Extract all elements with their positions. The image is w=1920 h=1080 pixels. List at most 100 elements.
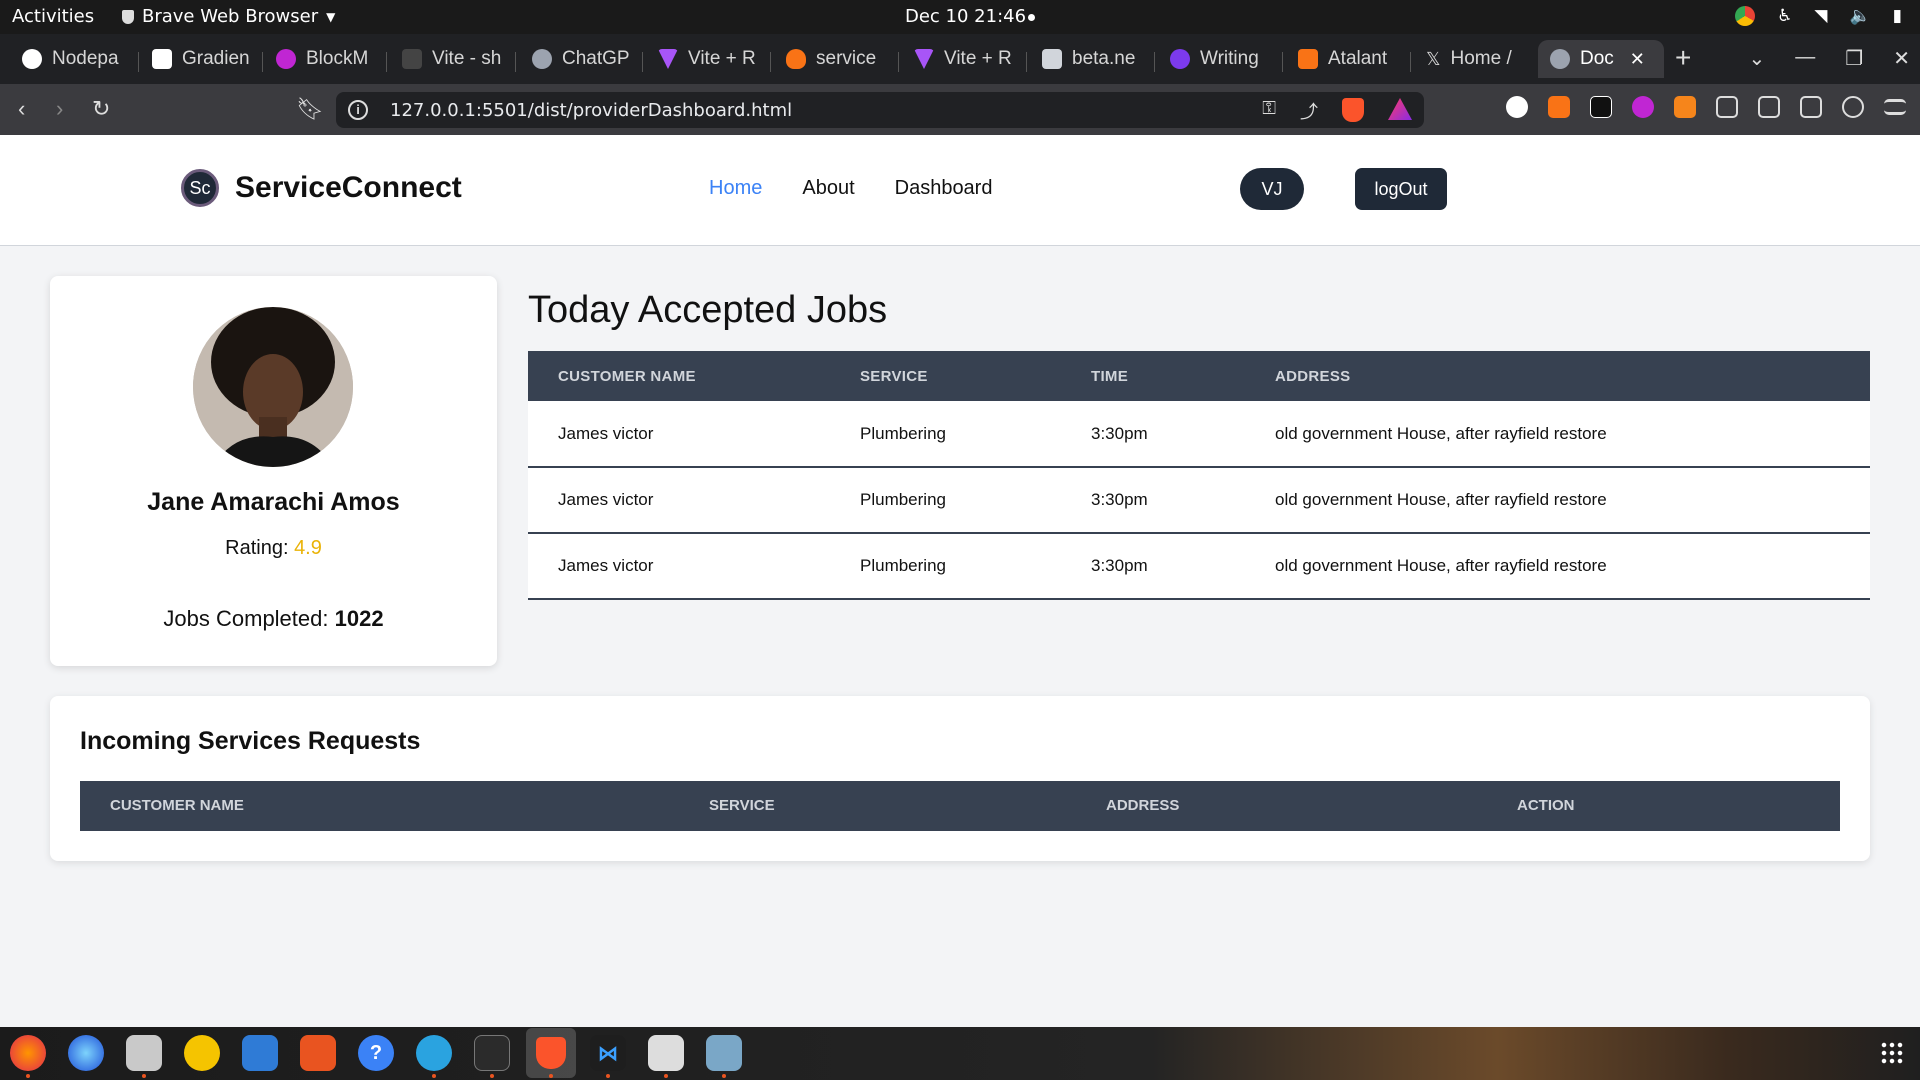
window-controls: ⌄ — ❐ ✕ bbox=[1749, 46, 1910, 71]
running-indicator bbox=[142, 1074, 146, 1078]
firefox-icon[interactable] bbox=[10, 1035, 46, 1071]
jobs-completed: Jobs Completed: 1022 bbox=[50, 606, 497, 632]
rating-value: 4.9 bbox=[294, 537, 322, 559]
time-cell: 3:30pm bbox=[1091, 423, 1148, 443]
help-icon[interactable]: ? bbox=[358, 1035, 394, 1071]
minimize-icon[interactable]: — bbox=[1795, 46, 1815, 71]
logout-button[interactable]: logOut bbox=[1355, 168, 1447, 210]
key-icon[interactable]: ⚿ bbox=[1262, 98, 1276, 124]
incoming-requests-title: Incoming Services Requests bbox=[80, 727, 421, 755]
brand-logo: Sc bbox=[181, 169, 219, 207]
column-header: Action bbox=[1517, 797, 1575, 814]
wifi-icon[interactable]: ◥ bbox=[1814, 6, 1827, 26]
nav-about[interactable]: About bbox=[802, 177, 854, 200]
tab-label: BlockM bbox=[306, 48, 369, 69]
tab-beta[interactable]: beta.ne bbox=[1030, 40, 1148, 78]
site-info-icon[interactable]: i bbox=[348, 100, 368, 120]
nav-dashboard[interactable]: Dashboard bbox=[895, 177, 993, 200]
tab-blockm[interactable]: BlockM bbox=[264, 40, 382, 78]
new-tab-button[interactable]: + bbox=[1675, 42, 1691, 74]
extension-icon[interactable] bbox=[1548, 96, 1570, 118]
sidebar-icon[interactable] bbox=[1758, 96, 1780, 118]
tab-vite-react[interactable]: Vite + R bbox=[646, 40, 764, 78]
battery-icon[interactable]: ▮ bbox=[1893, 6, 1902, 26]
brave-shields-icon[interactable] bbox=[1342, 98, 1364, 122]
tab-vite-sh[interactable]: Vite - sh bbox=[390, 40, 508, 78]
forward-icon[interactable]: › bbox=[56, 96, 63, 122]
nav-home[interactable]: Home bbox=[709, 177, 762, 200]
brave-dock-icon[interactable] bbox=[526, 1028, 576, 1078]
close-window-icon[interactable]: ✕ bbox=[1893, 46, 1910, 71]
telegram-icon[interactable] bbox=[416, 1035, 452, 1071]
service-cell: Plumbering bbox=[860, 423, 946, 443]
metamask-icon[interactable] bbox=[1674, 96, 1696, 118]
tab-label: Nodepa bbox=[52, 48, 119, 69]
tab-label: Doc bbox=[1580, 48, 1614, 69]
browser-toolbar: ‹ › ↻ 🔖︎ i 127.0.0.1:5501/dist/providerD… bbox=[0, 84, 1920, 193]
rhythmbox-icon[interactable] bbox=[184, 1035, 220, 1071]
nodepad-extension-icon[interactable] bbox=[1506, 96, 1528, 118]
tab-separator bbox=[515, 52, 516, 72]
tab-favicon-icon bbox=[152, 49, 172, 69]
brave-rewards-icon[interactable] bbox=[1388, 98, 1412, 120]
app-center-icon[interactable] bbox=[300, 1035, 336, 1071]
thunderbird-icon[interactable] bbox=[68, 1035, 104, 1071]
gradient-extension-icon[interactable] bbox=[1590, 96, 1612, 118]
tab-label: Vite + R bbox=[688, 48, 756, 69]
table-row[interactable]: James victor Plumbering 3:30pm old gover… bbox=[528, 401, 1870, 467]
tab-separator bbox=[1026, 52, 1027, 72]
url-text[interactable]: 127.0.0.1:5501/dist/providerDashboard.ht… bbox=[390, 100, 792, 121]
accessibility-icon[interactable]: ♿ bbox=[1777, 6, 1792, 26]
share-icon[interactable]: ⤴ bbox=[1300, 98, 1318, 124]
tab-x-home[interactable]: 𝕏 Home / bbox=[1414, 40, 1532, 78]
tab-separator bbox=[1282, 52, 1283, 72]
back-icon[interactable]: ‹ bbox=[18, 96, 25, 122]
running-indicator bbox=[549, 1074, 553, 1078]
tab-doc-active[interactable]: Doc ✕ bbox=[1538, 40, 1664, 78]
bookmark-icon[interactable]: 🔖︎ bbox=[296, 96, 324, 122]
tab-chatgpt[interactable]: ChatGP bbox=[520, 40, 638, 78]
reload-icon[interactable]: ↻ bbox=[92, 96, 110, 122]
tab-nodepa[interactable]: Nodepa bbox=[10, 40, 128, 78]
brand[interactable]: Sc ServiceConnect bbox=[181, 169, 462, 207]
screenshot-icon[interactable] bbox=[706, 1035, 742, 1071]
brave-lion-icon bbox=[536, 1037, 566, 1069]
extension-icon[interactable] bbox=[1632, 96, 1654, 118]
accepted-jobs-table: Customer Name Service Time Address James… bbox=[528, 351, 1870, 600]
system-tray[interactable]: ♿ ◥ 🔈 ▮ bbox=[1735, 6, 1902, 26]
maximize-icon[interactable]: ❐ bbox=[1845, 46, 1863, 71]
avatar bbox=[193, 307, 353, 467]
table-row[interactable]: James victor Plumbering 3:30pm old gover… bbox=[528, 467, 1870, 533]
tab-serviceconnect[interactable]: service bbox=[774, 40, 892, 78]
tab-favicon-icon bbox=[914, 49, 934, 69]
clock[interactable]: Dec 10 21:46 bbox=[905, 6, 1026, 27]
vscode-icon[interactable]: ⋈ bbox=[590, 1035, 626, 1071]
tab-gradient[interactable]: Gradien bbox=[140, 40, 258, 78]
wallet-icon[interactable] bbox=[1800, 96, 1822, 118]
chrome-app-icon[interactable] bbox=[1735, 6, 1756, 26]
user-avatar-button[interactable]: VJ bbox=[1240, 168, 1304, 210]
running-indicator bbox=[26, 1074, 30, 1078]
volume-icon[interactable]: 🔈 bbox=[1849, 6, 1870, 26]
tab-separator bbox=[770, 52, 771, 72]
close-tab-icon[interactable]: ✕ bbox=[1630, 49, 1645, 70]
tab-writing[interactable]: Writing bbox=[1158, 40, 1276, 78]
files-icon[interactable] bbox=[126, 1035, 162, 1071]
table-row[interactable]: James victor Plumbering 3:30pm old gover… bbox=[528, 533, 1870, 599]
show-apps-icon[interactable] bbox=[1880, 1041, 1904, 1065]
tab-atalanta[interactable]: Atalant bbox=[1286, 40, 1404, 78]
service-cell: Plumbering bbox=[860, 556, 946, 575]
menu-icon[interactable] bbox=[1884, 99, 1906, 115]
image-viewer-icon[interactable] bbox=[648, 1035, 684, 1071]
running-indicator bbox=[490, 1074, 494, 1078]
leo-ai-icon[interactable] bbox=[1842, 96, 1864, 118]
writer-icon[interactable] bbox=[242, 1035, 278, 1071]
address-bar[interactable]: i 127.0.0.1:5501/dist/providerDashboard.… bbox=[336, 92, 1424, 128]
activities-button[interactable]: Activities bbox=[12, 6, 94, 27]
tab-search-chevron-icon[interactable]: ⌄ bbox=[1749, 46, 1766, 71]
app-menu[interactable]: Brave Web Browser ▼ bbox=[122, 6, 335, 27]
terminal-icon[interactable] bbox=[474, 1035, 510, 1071]
tab-vite-react-2[interactable]: Vite + R bbox=[902, 40, 1020, 78]
time-cell: 3:30pm bbox=[1091, 556, 1148, 575]
puzzle-icon[interactable] bbox=[1716, 96, 1738, 118]
